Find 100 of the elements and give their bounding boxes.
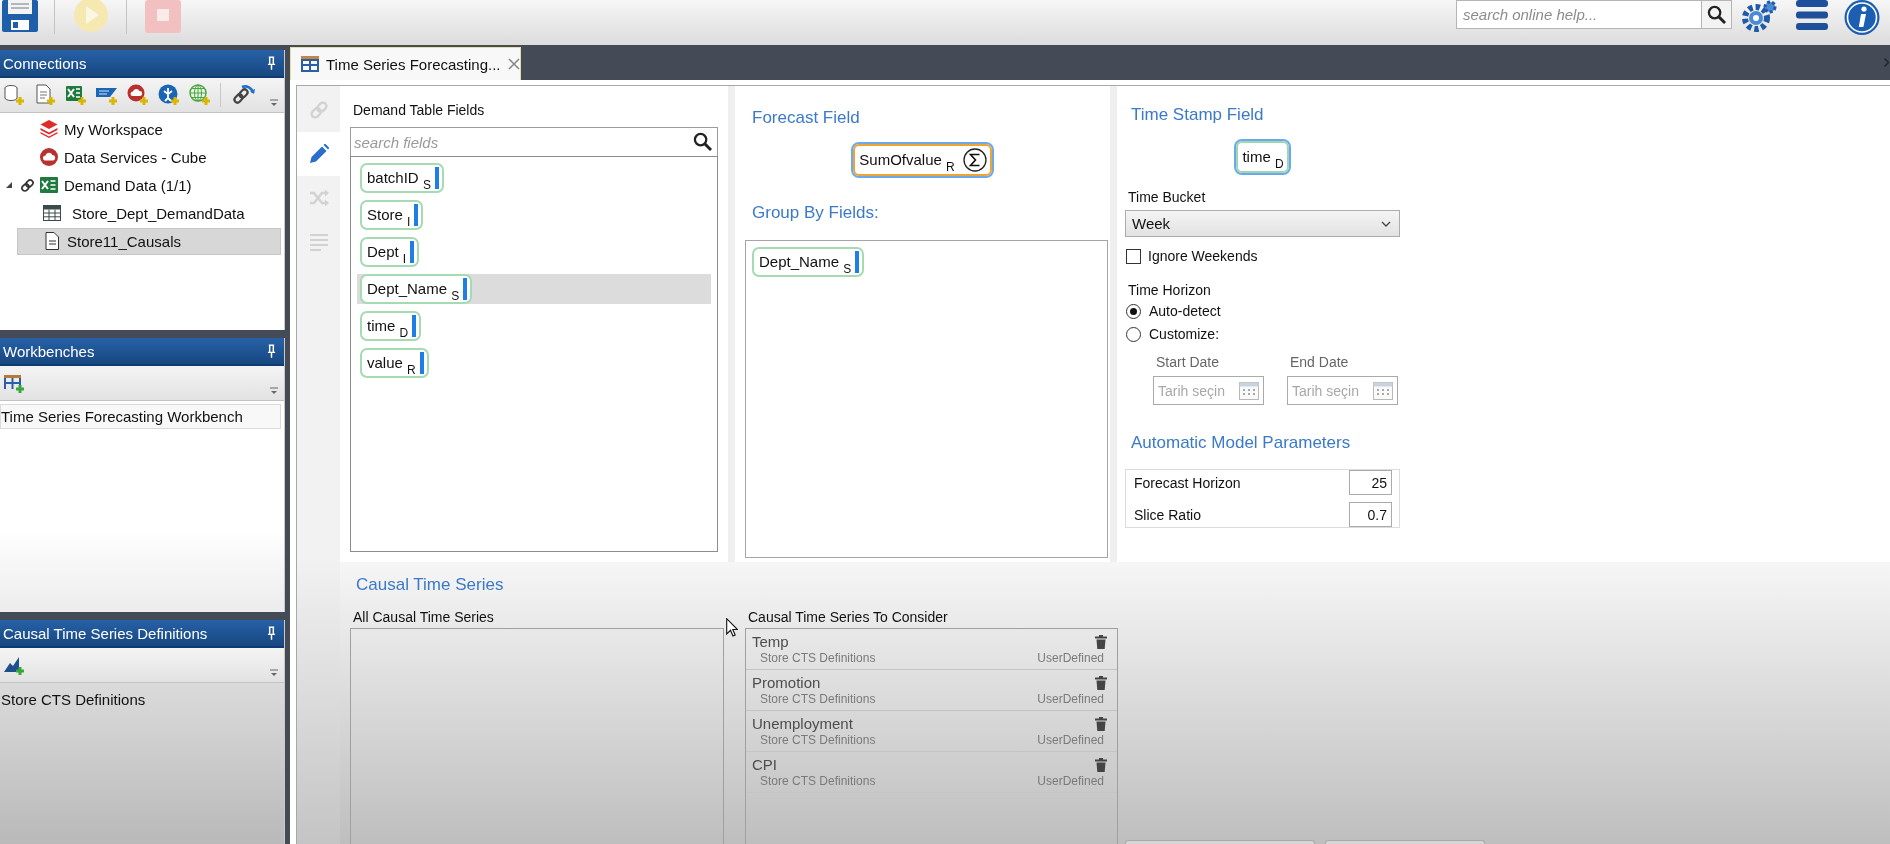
field-row[interactable]: Dept $_{I}$ (357, 237, 711, 267)
layers-icon (40, 120, 58, 138)
series-name: Temp (752, 633, 789, 651)
series-item[interactable]: Unemployment Store CTS Definitions UserDefined (746, 711, 1117, 752)
pin-icon[interactable] (267, 55, 276, 71)
series-source: Store CTS Definitions (760, 733, 876, 748)
menu-icon[interactable] (1796, 0, 1828, 30)
tree-item[interactable]: Store_Dept_DemandData (17, 199, 281, 227)
pin-icon[interactable] (267, 343, 276, 359)
field-row[interactable]: Store $_{I}$ (357, 200, 711, 230)
radio-button[interactable] (1126, 303, 1141, 319)
tree-item[interactable]: Data Services - Cube (37, 143, 281, 171)
cloud-add-icon[interactable] (127, 84, 149, 106)
document-add-icon[interactable] (34, 84, 56, 106)
table-add-icon[interactable] (3, 372, 25, 394)
search-icon[interactable] (693, 132, 712, 151)
field-row[interactable]: Dept_Name $_{S}$ (357, 274, 711, 304)
list-icon (308, 232, 329, 252)
number-field[interactable]: 25 (1349, 470, 1392, 495)
series-name: Unemployment (752, 715, 853, 733)
tree-item[interactable]: Store11_Causals (17, 227, 281, 255)
bar-marker-icon (410, 241, 415, 263)
document-icon (43, 232, 61, 250)
series-source: Store CTS Definitions (760, 774, 876, 789)
field-chip[interactable]: Dept_Name $_{S}$ (752, 247, 865, 277)
trash-icon[interactable] (1095, 717, 1107, 731)
workbench-item[interactable]: Time Series Forecasting Workbench (0, 404, 281, 429)
tree-item[interactable]: Demand Data (1/1) (37, 171, 281, 199)
definition-item[interactable]: Store CTS Definitions (0, 687, 281, 712)
globe-add-icon[interactable] (189, 84, 211, 106)
sync-link-icon[interactable] (230, 84, 256, 106)
pin-icon[interactable] (267, 625, 276, 641)
link-icon (308, 100, 329, 120)
timestamp-chip[interactable]: time $_{D}$ (1234, 139, 1291, 175)
series-type: UserDefined (1037, 692, 1104, 707)
panel-title: Workbenches (3, 342, 95, 360)
info-icon[interactable] (1844, 0, 1880, 35)
series-item[interactable]: Promotion Store CTS Definitions UserDefined (746, 670, 1117, 711)
panel-title: Causal Time Series Definitions (3, 624, 208, 642)
field-row[interactable]: value $_{R}$ (357, 348, 711, 378)
series-type: UserDefined (1037, 733, 1104, 748)
field-chip[interactable]: time $_{D}$ (360, 311, 422, 341)
overflow-icon[interactable] (269, 96, 279, 108)
series-type: UserDefined (1037, 774, 1104, 789)
bar-marker-icon (463, 278, 468, 300)
radio-label[interactable]: Customize: (1149, 326, 1220, 342)
series-item[interactable]: CPI Store CTS Definitions UserDefined (746, 752, 1117, 793)
radio-label[interactable]: Auto-detect (1149, 303, 1221, 319)
figure-add-icon[interactable] (158, 84, 180, 106)
series-source: Store CTS Definitions (760, 651, 876, 666)
search-button[interactable] (1702, 0, 1732, 29)
save-icon[interactable] (2, 0, 38, 32)
edit-tab[interactable] (297, 132, 340, 176)
section-title: Causal Time Series (356, 574, 504, 596)
sum-icon (962, 147, 987, 172)
trash-icon[interactable] (1095, 635, 1107, 649)
section-label: Demand Table Fields (353, 101, 485, 120)
close-icon[interactable] (507, 58, 520, 70)
table-icon (301, 56, 319, 72)
field-row[interactable]: batchID $_{S}$ (357, 163, 711, 193)
bar-marker-icon (419, 352, 424, 374)
gear-icon[interactable] (1741, 0, 1777, 33)
checkbox-label[interactable]: Ignore Weekends (1148, 248, 1258, 264)
radio-button[interactable] (1126, 326, 1141, 342)
list-label: Causal Time Series To Consider (748, 608, 948, 626)
document-tab[interactable]: Time Series Forecasting... (290, 47, 521, 80)
field-chip[interactable]: value $_{R}$ (360, 348, 429, 378)
number-field[interactable]: 0.7 (1349, 502, 1392, 527)
field-label: Time Bucket (1128, 188, 1206, 206)
field-chip[interactable]: Store $_{I}$ (360, 200, 424, 230)
section-title: Time Stamp Field (1131, 104, 1264, 126)
database-add-icon[interactable] (3, 84, 25, 106)
overflow-icon[interactable] (269, 384, 279, 396)
overflow-icon[interactable] (269, 666, 279, 678)
field-chip[interactable]: Dept_Name $_{S}$ (360, 274, 473, 304)
trash-icon[interactable] (1095, 758, 1107, 772)
spreadsheet-icon (40, 176, 58, 194)
expand-icon[interactable] (4, 181, 13, 189)
section-title: Forecast Field (752, 107, 860, 129)
list-label: All Causal Time Series (353, 608, 494, 626)
field-label: Time Horizon (1128, 281, 1211, 299)
series-item[interactable]: Temp Store CTS Definitions UserDefined (746, 629, 1117, 670)
spreadsheet-add-icon[interactable] (65, 84, 87, 106)
parameter-label: Forecast Horizon (1134, 474, 1241, 491)
chevron-down-icon (1381, 220, 1391, 227)
forecast-chip[interactable]: SumOfvalue $_{R}$ (851, 142, 994, 178)
search-field[interactable]: search fields (350, 127, 718, 156)
time-bucket-dropdown[interactable]: Week (1125, 210, 1400, 237)
field-row[interactable]: time $_{D}$ (357, 311, 711, 341)
trash-icon[interactable] (1095, 676, 1107, 690)
drop-zone[interactable]: Dept_Name $_{S}$ (745, 240, 1108, 558)
field-chip[interactable]: Dept $_{I}$ (360, 237, 420, 267)
checkbox[interactable] (1126, 248, 1141, 264)
tree-item[interactable]: My Workspace (37, 115, 281, 143)
pencil-icon (308, 144, 329, 164)
date-label: End Date (1290, 353, 1349, 371)
field-chip[interactable]: batchID $_{S}$ (360, 163, 444, 193)
help-search-field[interactable]: search online help... (1456, 0, 1702, 29)
section-title: Automatic Model Parameters (1131, 432, 1351, 454)
bar-marker-icon (434, 167, 439, 189)
